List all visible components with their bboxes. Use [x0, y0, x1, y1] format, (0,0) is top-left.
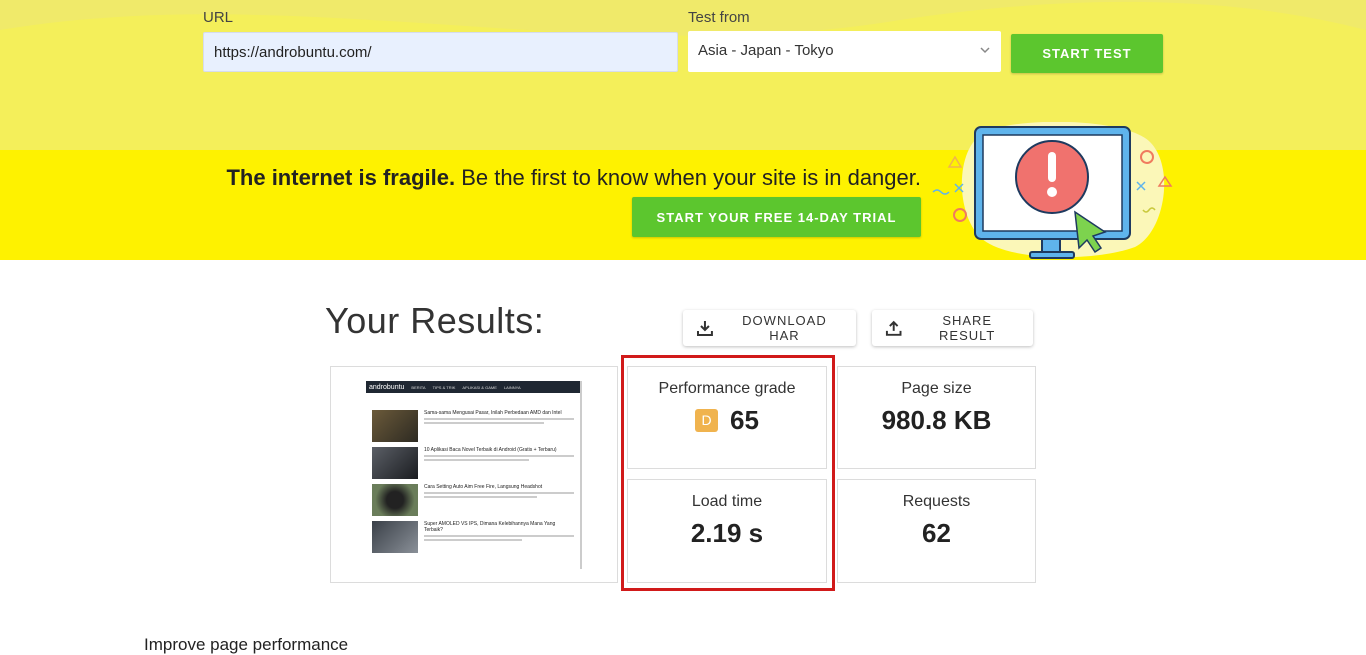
download-har-label: DOWNLOAD HAR [742, 313, 827, 343]
article-image [372, 521, 418, 553]
start-test-button[interactable]: START TEST [1011, 34, 1163, 73]
thumbnail-nav-item: APLIKASI & GAME [462, 384, 497, 390]
site-screenshot-card: androbuntu BERITA TIPS & TRIK APLIKASI &… [330, 366, 618, 583]
article-title: Sama-sama Mengusai Pasar, Inilah Perbeda… [424, 410, 562, 416]
requests-label: Requests [902, 493, 971, 510]
banner-message: The internet is fragile. Be the first to… [226, 165, 921, 191]
article-title: Cara Setting Auto Aim Free Fire, Langsun… [424, 484, 543, 490]
article-image [372, 484, 418, 516]
banner-rest-text: Be the first to know when your site is i… [455, 165, 921, 190]
share-result-button[interactable]: SHARE RESULT [872, 310, 1033, 346]
article-image [372, 410, 418, 442]
article-image [372, 447, 418, 479]
thumbnail-article: 10 Aplikasi Baca Novel Terbaik di Androi… [366, 447, 580, 479]
thumbnail-article: Cara Setting Auto Aim Free Fire, Langsun… [366, 484, 580, 516]
thumbnail-nav-item: TIPS & TRIK [432, 384, 456, 390]
highlight-box [621, 355, 835, 591]
chevron-down-icon [980, 47, 990, 54]
download-har-button[interactable]: DOWNLOAD HAR [683, 310, 856, 346]
download-icon [696, 321, 713, 336]
thumbnail-nav-item: BERITA [411, 384, 426, 390]
thumbnail-article: Sama-sama Mengusai Pasar, Inilah Perbeda… [366, 410, 580, 442]
thumbnail-nav: androbuntu BERITA TIPS & TRIK APLIKASI &… [366, 381, 580, 393]
banner-bold-text: The internet is fragile. [226, 165, 456, 190]
test-from-label: Test from [688, 9, 750, 26]
page-size-value: 980.8 KB [881, 405, 992, 435]
thumbnail-nav-item: LAINNYA [503, 384, 521, 390]
improve-performance-heading: Improve page performance [144, 635, 349, 654]
article-title: Super AMOLED VS IPS, Dimana Kelebihannya… [424, 521, 556, 533]
thumbnail-logo: androbuntu [369, 383, 405, 391]
page-size-label: Page size [901, 380, 972, 397]
thumbnail-article: Super AMOLED VS IPS, Dimana Kelebihannya… [366, 521, 580, 553]
share-icon [885, 320, 902, 336]
url-label: URL [203, 9, 234, 26]
free-trial-button[interactable]: START YOUR FREE 14-DAY TRIAL [632, 197, 921, 237]
test-location-select[interactable]: Asia - Japan - Tokyo [688, 31, 1001, 72]
site-screenshot: androbuntu BERITA TIPS & TRIK APLIKASI &… [366, 381, 582, 569]
share-result-label: SHARE RESULT [939, 313, 996, 343]
test-location-value: Asia - Japan - Tokyo [698, 42, 834, 59]
requests-card: Requests 62 [837, 479, 1036, 583]
monitor-alert-illustration [932, 122, 1173, 259]
results-title: Your Results: [325, 300, 545, 341]
article-title: 10 Aplikasi Baca Novel Terbaik di Androi… [424, 447, 557, 453]
requests-value: 62 [922, 518, 951, 548]
url-input[interactable] [203, 32, 678, 72]
page-size-card: Page size 980.8 KB [837, 366, 1036, 469]
